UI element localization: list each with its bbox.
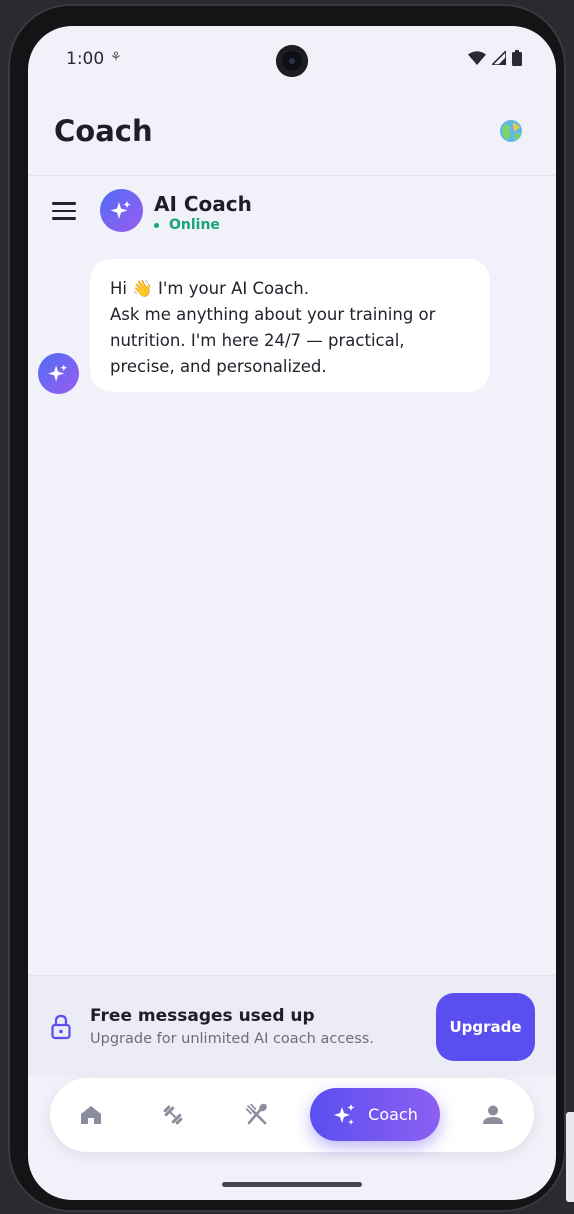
message-line: Ask me anything about your training or [110, 305, 436, 324]
profile-icon[interactable] [480, 1102, 506, 1128]
wifi-icon [468, 51, 486, 65]
bottom-nav: Coach [50, 1078, 534, 1152]
online-status: Online [154, 217, 220, 233]
message-line: Hi 👋 I'm your AI Coach. [110, 279, 309, 298]
online-label: Online [169, 217, 220, 233]
upgrade-button[interactable]: Upgrade [436, 993, 535, 1061]
chat-header: AI Coach Online [28, 176, 556, 256]
online-dot [154, 222, 159, 228]
status-icons [468, 50, 522, 66]
sparkle-icon [48, 364, 68, 382]
nav-coach-tab[interactable]: Coach [310, 1088, 440, 1141]
phone-screen: 1:00 ⚘ Coach AI Coach Online Hi 👋 I'm yo… [28, 26, 556, 1200]
side-edge [566, 1112, 574, 1202]
upgrade-title: Free messages used up [90, 1006, 315, 1026]
menu-icon[interactable] [52, 202, 76, 222]
message-avatar [38, 353, 79, 394]
status-bar: 1:00 ⚘ [28, 26, 556, 96]
camera-cutout [276, 45, 308, 77]
upgrade-subtitle: Upgrade for unlimited AI coach access. [90, 1031, 374, 1047]
fork-knife-icon[interactable] [244, 1102, 270, 1128]
lock-icon [51, 1014, 71, 1040]
home-icon[interactable] [78, 1102, 104, 1128]
sparkle-icon [110, 201, 131, 219]
coach-avatar [100, 189, 143, 232]
page-title: Coach [54, 114, 153, 148]
dumbbell-icon[interactable] [160, 1102, 186, 1128]
coach-name: AI Coach [154, 192, 252, 216]
media-note-icon: ⚘ [110, 50, 122, 65]
coach-sparkle-icon [334, 1103, 355, 1125]
upgrade-banner: Free messages used up Upgrade for unlimi… [28, 975, 556, 1076]
message-line: nutrition. I'm here 24/7 — practical, [110, 331, 405, 350]
home-indicator[interactable] [222, 1182, 362, 1187]
battery-icon [512, 50, 522, 66]
nav-coach-label: Coach [368, 1105, 418, 1124]
signal-icon [492, 51, 506, 65]
message-line: precise, and personalized. [110, 357, 327, 376]
coach-message-bubble: Hi 👋 I'm your AI Coach. Ask me anything … [90, 259, 490, 392]
status-time: 1:00 [66, 49, 105, 69]
globe-icon[interactable] [498, 118, 524, 144]
app-header: Coach [28, 98, 556, 176]
